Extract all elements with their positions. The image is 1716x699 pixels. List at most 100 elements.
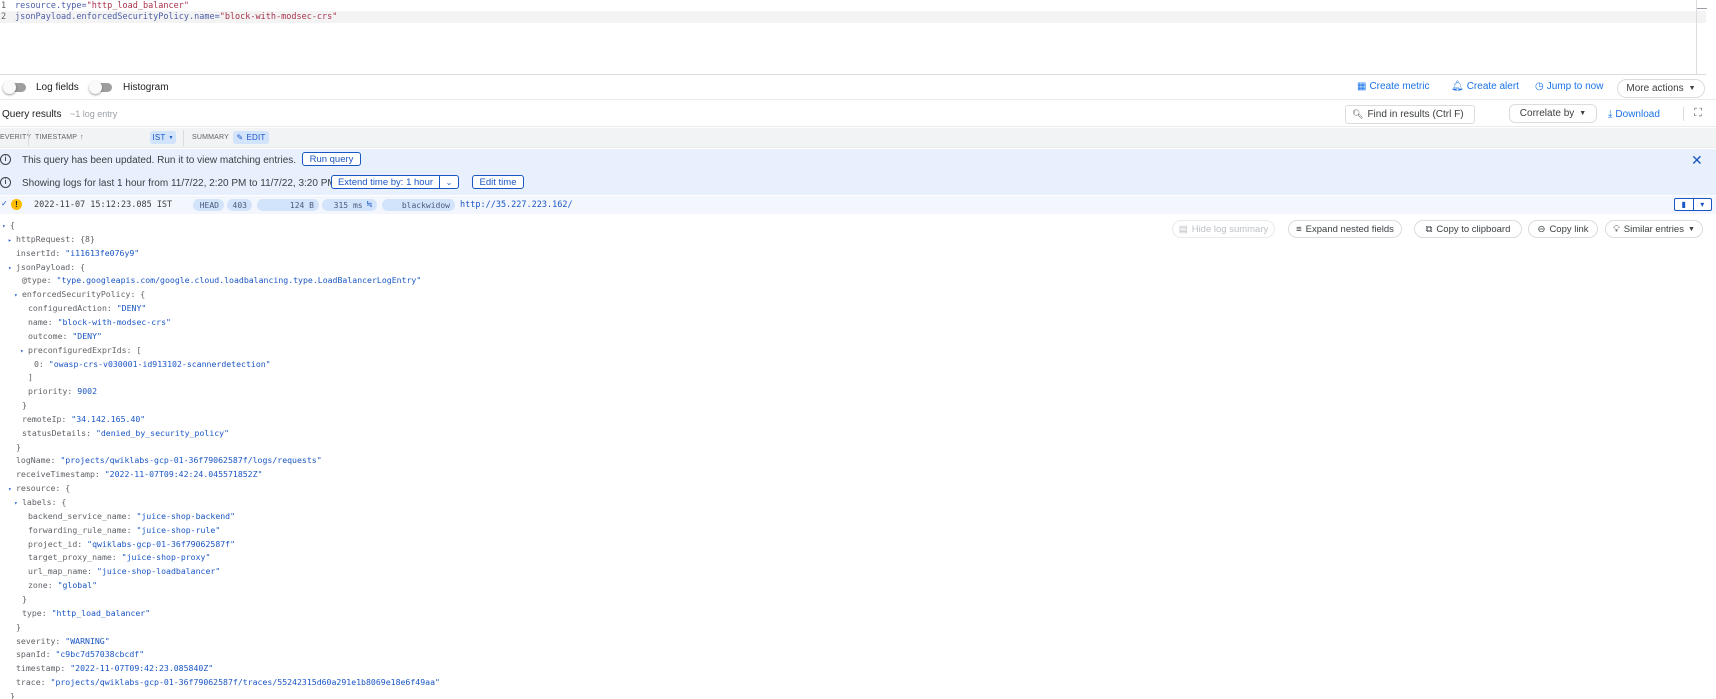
expand-nested-fields-button[interactable]: ≡ Expand nested fields — [1288, 220, 1402, 238]
hide-log-summary-button[interactable]: ▤ Hide log summary — [1172, 220, 1275, 238]
timezone-dropdown[interactable]: IST ▼ — [150, 131, 176, 144]
json-line[interactable]: ▾{ — [2, 219, 15, 232]
json-key: backend_service_name: — [28, 510, 137, 521]
trace-icon: ≒ — [366, 200, 372, 210]
json-key: type: — [22, 607, 52, 618]
json-key: configuredAction: — [28, 303, 117, 314]
close-icon[interactable]: ✕ — [1691, 153, 1703, 167]
info-icon: i — [0, 177, 11, 188]
copy-link-button[interactable]: ⊖ Copy link — [1528, 220, 1598, 238]
find-in-results-input[interactable]: 🔍︎ Find in results (Ctrl F) — [1345, 105, 1475, 124]
info-banners: i This query has been updated. Run it to… — [0, 149, 1716, 195]
json-line: severity: "WARNING" — [16, 635, 110, 648]
json-line: logName: "projects/qwiklabs-gcp-01-36f79… — [16, 454, 322, 467]
json-line: ] — [28, 371, 33, 384]
pin-icon[interactable]: ▮ — [1675, 199, 1694, 210]
user-agent-chip[interactable]: blackwidow — [382, 199, 455, 211]
timezone-label: IST — [152, 133, 166, 142]
download-button[interactable]: ⤓ Download — [1608, 109, 1660, 120]
collapse-triangle-icon[interactable]: ▾ — [20, 345, 28, 358]
log-entry-row[interactable]: ✓ ! 2022-11-07 15:12:23.085 IST HEAD 403… — [0, 196, 1716, 214]
json-key: statusDetails: — [22, 427, 96, 438]
extend-time-label: Extend time by: 1 hour — [337, 176, 434, 188]
latency-chip[interactable]: 315 ms ≒ — [322, 199, 377, 211]
extend-time-dropdown[interactable]: ⌄ — [439, 175, 459, 189]
json-key: } — [22, 400, 27, 411]
json-line: remoteIp: "34.142.165.40" — [22, 413, 145, 426]
more-actions-button[interactable]: More actions ▼ — [1617, 79, 1705, 98]
expand-icon: ≡ — [1296, 223, 1302, 235]
json-key: name: — [28, 316, 58, 327]
json-value: "block-with-modsec-crs" — [57, 316, 171, 327]
collapse-triangle-icon[interactable]: ▾ — [8, 262, 16, 275]
edit-summary-button[interactable]: ✎ EDIT — [233, 131, 269, 144]
copy-to-clipboard-button[interactable]: ⧉ Copy to clipboard — [1414, 220, 1522, 238]
collapse-triangle-icon[interactable]: ▾ — [2, 220, 10, 233]
chevron-down-icon[interactable]: ✓ — [1, 199, 8, 208]
query-line[interactable]: 2 jsonPayload.enforcedSecurityPolicy.nam… — [0, 11, 1706, 23]
severity-column-header[interactable]: EVERITY — [0, 134, 31, 141]
edit-time-button[interactable]: Edit time — [472, 175, 524, 189]
correlate-by-label: Correlate by — [1519, 108, 1575, 119]
run-query-label: Run query — [309, 153, 354, 165]
json-value: "34.142.165.40" — [71, 413, 146, 424]
copy-icon: ⧉ — [1425, 223, 1433, 235]
json-key: } — [16, 441, 21, 452]
extend-time-button[interactable]: Extend time by: 1 hour — [331, 175, 440, 189]
pin-button-group: ▮ ▾ — [1674, 198, 1712, 211]
jump-to-now-button[interactable]: ◷ Jump to now — [1535, 81, 1603, 92]
time-range-banner: i Showing logs for last 1 hour from 11/7… — [0, 172, 1716, 195]
similar-entries-button[interactable]: 💡︎ Similar entries ▼ — [1605, 220, 1703, 238]
request-url-link[interactable]: http://35.227.223.162/ — [460, 200, 573, 210]
size-chip[interactable]: 124 B — [257, 199, 319, 211]
sort-ascending-icon[interactable]: ↑ — [80, 134, 84, 141]
dropdown-arrow-icon: ▼ — [168, 134, 174, 141]
json-key: 0: — [34, 358, 49, 369]
json-line[interactable]: ▾ labels: { — [14, 496, 66, 509]
create-alert-button[interactable]: 🔔︎ Create alert — [1451, 81, 1519, 92]
query-editor[interactable]: 1 resource.type="http_load_balancer" 2 j… — [0, 0, 1707, 75]
method-chip[interactable]: HEAD — [193, 199, 224, 211]
json-line: configuredAction: "DENY" — [28, 302, 146, 315]
summary-column-header: SUMMARY — [192, 134, 230, 141]
json-value: "http_load_balancer" — [51, 607, 151, 618]
collapse-triangle-icon[interactable]: ▾ — [14, 289, 22, 302]
find-placeholder: Find in results (Ctrl F) — [1367, 109, 1464, 120]
json-key: httpRequest: {8} — [16, 233, 95, 244]
json-line: type: "http_load_balancer" — [22, 607, 150, 620]
json-line: project_id: "qwiklabs-gcp-01-36f79062587… — [28, 538, 235, 551]
metric-icon: ▦ — [1357, 81, 1367, 92]
status-chip[interactable]: 403 — [227, 199, 252, 211]
json-line[interactable]: ▾ resource: { — [8, 482, 70, 495]
json-key: insertId: — [16, 247, 66, 258]
copy-clipboard-label: Copy to clipboard — [1436, 223, 1511, 235]
query-updated-text: This query has been updated. Run it to v… — [22, 155, 297, 166]
log-fields-toggle[interactable] — [3, 81, 27, 94]
run-query-button[interactable]: Run query — [302, 152, 361, 166]
timestamp-column-header[interactable]: TIMESTAMP — [35, 134, 77, 141]
json-value: "type.googleapis.com/google.cloud.loadba… — [56, 275, 422, 286]
editor-scrollbar[interactable] — [1696, 0, 1707, 75]
json-line[interactable]: ▾ enforcedSecurityPolicy: { — [14, 288, 145, 301]
create-metric-button[interactable]: ▦ Create metric — [1357, 81, 1429, 92]
clock-icon: ◷ — [1535, 81, 1544, 92]
collapse-triangle-icon[interactable]: ▾ — [8, 483, 16, 496]
fullscreen-icon[interactable]: ⛶ — [1692, 107, 1704, 119]
json-line: timestamp: "2022-11-07T09:42:23.085840Z" — [16, 662, 213, 675]
json-key: target_proxy_name: — [28, 552, 122, 563]
json-line[interactable]: ▾ jsonPayload: { — [8, 261, 85, 274]
json-line: statusDetails: "denied_by_security_polic… — [22, 427, 229, 440]
expand-triangle-icon[interactable]: ▸ — [8, 234, 16, 247]
json-key: severity: — [16, 635, 66, 646]
collapse-triangle-icon[interactable]: ▾ — [14, 497, 22, 510]
json-line[interactable]: ▸ httpRequest: {8} — [8, 233, 95, 246]
pin-dropdown-icon[interactable]: ▾ — [1694, 199, 1712, 210]
json-line: } — [22, 399, 27, 412]
json-key: timestamp: — [16, 663, 71, 674]
json-line[interactable]: ▾ preconfiguredExprIds: [ — [20, 344, 141, 357]
correlate-by-dropdown[interactable]: Correlate by ▼ — [1509, 104, 1597, 123]
histogram-toggle[interactable] — [89, 81, 113, 94]
json-value: "global" — [57, 580, 98, 591]
json-value: 9002 — [77, 386, 98, 397]
copy-link-label: Copy link — [1549, 223, 1589, 235]
